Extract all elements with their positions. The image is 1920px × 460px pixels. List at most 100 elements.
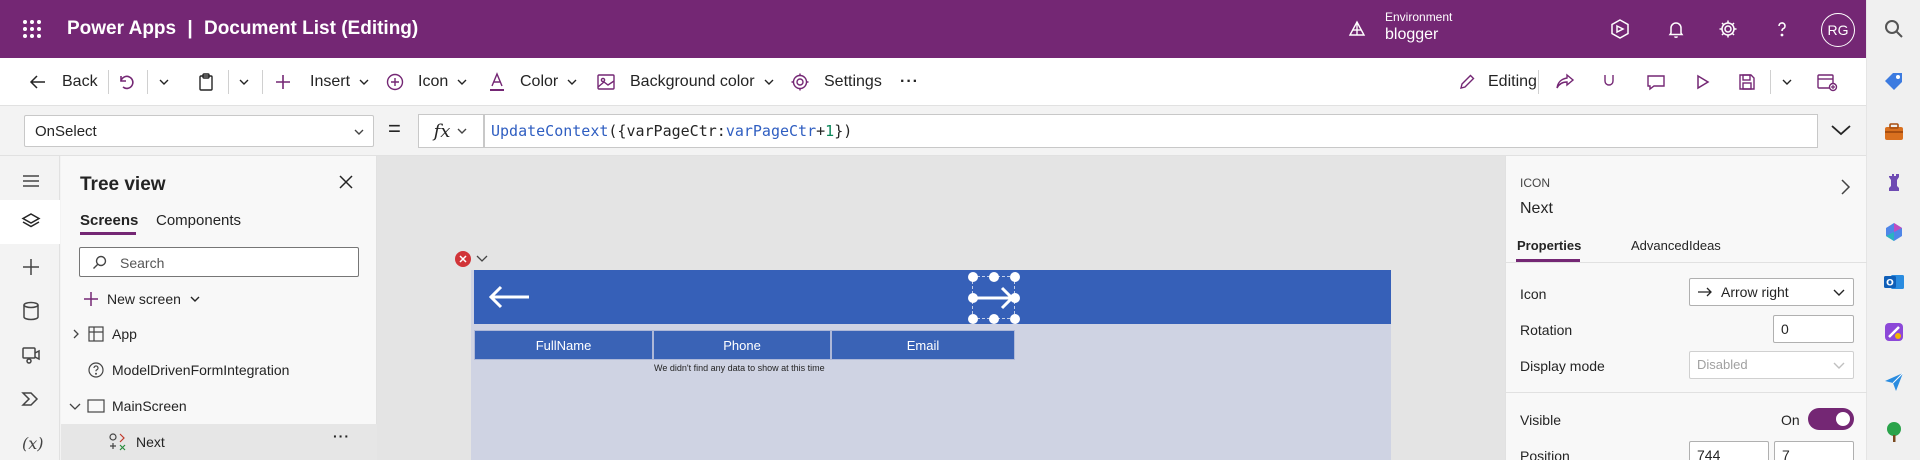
tab-components[interactable]: Components xyxy=(156,212,241,229)
outlook-icon[interactable]: O xyxy=(1880,268,1908,296)
comments-button[interactable] xyxy=(1646,58,1666,106)
save-menu-button[interactable] xyxy=(1781,58,1793,106)
close-tree-view-button[interactable] xyxy=(338,174,354,190)
resize-handle[interactable] xyxy=(968,314,978,324)
tag-icon[interactable] xyxy=(1880,67,1908,95)
environment-name[interactable]: blogger xyxy=(1385,26,1438,44)
position-x-input[interactable]: 744 xyxy=(1689,441,1769,460)
chevron-down-icon xyxy=(1782,79,1792,85)
chevron-down-icon xyxy=(1831,125,1851,136)
app-launcher-icon[interactable] xyxy=(18,15,46,43)
tab-advanced[interactable]: Advanced xyxy=(1631,238,1689,253)
data-cylinder-icon[interactable] xyxy=(18,298,44,324)
settings-button[interactable]: Settings xyxy=(790,58,882,106)
media-icon[interactable] xyxy=(18,342,44,368)
property-value: OnSelect xyxy=(35,123,97,140)
help-icon[interactable] xyxy=(1768,15,1796,43)
tree-item-mainscreen[interactable]: MainScreen xyxy=(61,388,377,424)
grid-header-fullname[interactable]: FullName xyxy=(474,330,653,360)
resize-handle[interactable] xyxy=(1010,314,1020,324)
plus-icon xyxy=(276,75,290,89)
visible-label: Visible xyxy=(1520,412,1561,428)
tree-icon[interactable] xyxy=(1880,418,1908,446)
user-avatar[interactable]: RG xyxy=(1821,13,1855,47)
hamburger-menu-icon[interactable] xyxy=(18,168,44,194)
share-button[interactable] xyxy=(1555,58,1575,106)
visible-toggle[interactable] xyxy=(1808,408,1854,430)
publish-button[interactable] xyxy=(1816,58,1838,106)
fx-button[interactable]: fx xyxy=(418,114,484,148)
resize-handle[interactable] xyxy=(1010,293,1020,303)
resize-handle[interactable] xyxy=(989,314,999,324)
more-commands-button[interactable]: ··· xyxy=(900,58,919,106)
paste-button[interactable] xyxy=(196,58,216,106)
chess-icon[interactable] xyxy=(1880,168,1908,196)
m365-copilot-icon[interactable] xyxy=(1880,218,1908,246)
next-arrow-control[interactable] xyxy=(968,272,1020,324)
toggle-thumb xyxy=(1836,412,1850,426)
copilot-icon[interactable] xyxy=(1606,15,1634,43)
send-icon[interactable] xyxy=(1880,368,1908,396)
app-header: Power Apps | Document List (Editing) Env… xyxy=(0,0,1866,58)
new-screen-button[interactable]: New screen xyxy=(83,288,201,310)
variables-icon[interactable]: (x) xyxy=(22,434,44,453)
settings-gear-icon[interactable] xyxy=(1714,15,1742,43)
visible-value: On xyxy=(1781,412,1800,428)
tree-item-label: ModelDrivenFormIntegration xyxy=(112,362,290,378)
position-y-input[interactable]: 7 xyxy=(1774,441,1854,460)
fx-label: fx xyxy=(433,120,451,142)
display-mode-dropdown[interactable]: Disabled xyxy=(1689,351,1854,379)
background-color-button[interactable]: Background color xyxy=(596,58,775,106)
tree-item-modeldrivenformintegration[interactable]: ModelDrivenFormIntegration xyxy=(61,352,377,388)
briefcase-icon[interactable] xyxy=(1880,118,1908,146)
chevron-down-icon xyxy=(359,79,369,85)
close-icon xyxy=(339,175,353,189)
property-dropdown[interactable]: OnSelect xyxy=(24,115,374,147)
notifications-icon[interactable] xyxy=(1662,15,1690,43)
icon-menu-button[interactable]: Icon xyxy=(386,58,468,106)
tree-item-next[interactable]: Next ··· xyxy=(61,424,377,460)
search-icon[interactable] xyxy=(1880,15,1908,43)
resize-handle[interactable] xyxy=(968,272,978,282)
app-header-bar xyxy=(474,270,1391,324)
icon-property-dropdown[interactable]: Arrow right xyxy=(1689,278,1854,306)
insert-button[interactable]: Insert xyxy=(274,58,370,106)
tree-item-app[interactable]: App xyxy=(61,316,377,352)
undo-button[interactable] xyxy=(116,58,136,106)
display-mode-value: Disabled xyxy=(1697,357,1748,372)
tree-item-more-button[interactable]: ··· xyxy=(333,428,350,444)
layers-icon[interactable] xyxy=(18,208,44,234)
rotation-input[interactable]: 0 xyxy=(1773,315,1854,343)
resize-handle[interactable] xyxy=(968,293,978,303)
designer-icon[interactable] xyxy=(1880,318,1908,346)
error-expand-button[interactable] xyxy=(476,254,488,264)
tree-search-box[interactable]: Search xyxy=(79,247,359,277)
preview-button[interactable] xyxy=(1693,58,1711,106)
save-button[interactable] xyxy=(1737,58,1757,106)
environment-icon[interactable] xyxy=(1343,15,1371,43)
app-checker-button[interactable] xyxy=(1600,58,1620,106)
back-arrow-control-icon[interactable] xyxy=(487,284,531,310)
editing-button[interactable]: Editing xyxy=(1458,58,1537,106)
collapse-pane-button[interactable] xyxy=(1839,178,1851,196)
tab-ideas[interactable]: Ideas xyxy=(1689,238,1721,253)
insert-plus-icon[interactable] xyxy=(18,254,44,280)
resize-handle[interactable] xyxy=(989,272,999,282)
tab-screens[interactable]: Screens xyxy=(80,212,138,229)
tab-properties[interactable]: Properties xyxy=(1517,238,1581,253)
resize-handle[interactable] xyxy=(1010,272,1020,282)
formula-input[interactable]: UpdateContext({varPageCtr:varPageCtr+1}) xyxy=(484,114,1818,148)
grid-header-phone[interactable]: Phone xyxy=(653,330,831,360)
chevron-down-icon xyxy=(1833,362,1845,369)
power-automate-icon[interactable] xyxy=(18,386,44,412)
color-button[interactable]: Color xyxy=(488,58,578,106)
chevron-right-icon xyxy=(73,329,79,339)
back-button[interactable]: Back xyxy=(28,58,98,106)
grid-header-email[interactable]: Email xyxy=(831,330,1015,360)
undo-menu-button[interactable] xyxy=(158,58,170,106)
chevron-down-icon xyxy=(239,79,249,85)
title-separator: | xyxy=(187,18,193,39)
paste-menu-button[interactable] xyxy=(238,58,250,106)
expand-formula-button[interactable] xyxy=(1830,122,1852,138)
error-indicator-icon[interactable] xyxy=(455,251,471,267)
